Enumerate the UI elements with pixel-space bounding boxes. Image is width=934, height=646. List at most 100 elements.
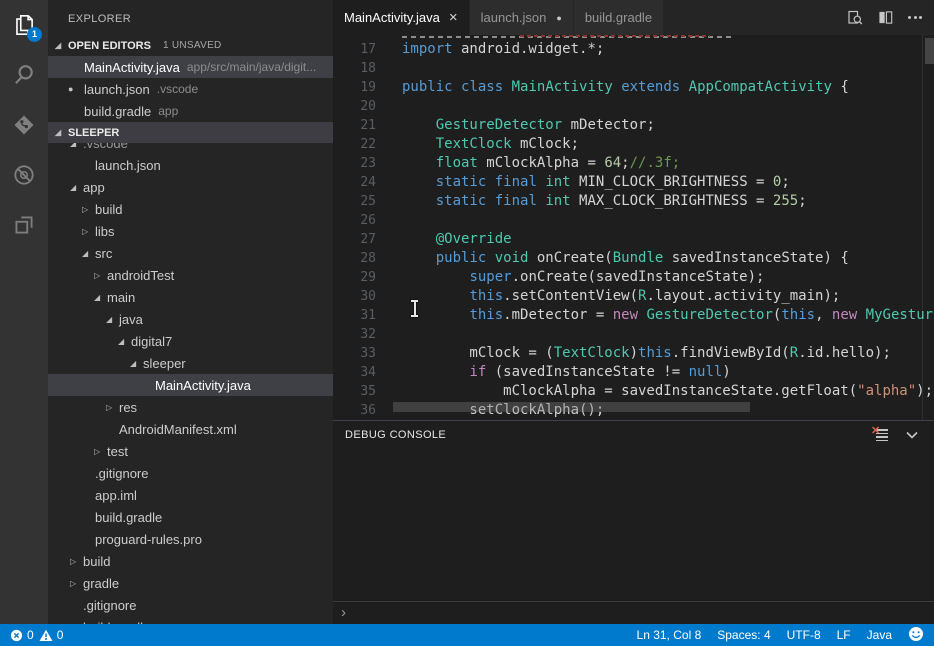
code-line[interactable]: 26 [333, 211, 934, 230]
code-line[interactable]: 25 static final int MAX_CLOCK_BRIGHTNESS… [333, 192, 934, 211]
clear-console-icon: ✕ [871, 424, 881, 437]
more-actions-button[interactable] [908, 16, 922, 19]
tree-item-androidmanifest-xml[interactable]: AndroidManifest.xml [48, 418, 333, 440]
file-description: app/src/main/java/digit... [187, 60, 316, 74]
clear-console-button[interactable]: ✕ [874, 429, 888, 441]
tree-item-build[interactable]: ▷build [48, 198, 333, 220]
close-icon[interactable]: × [449, 12, 458, 24]
line-number: 26 [333, 211, 376, 230]
code-line[interactable]: 27 @Override [333, 230, 934, 249]
file-description: app [158, 104, 178, 118]
code-line[interactable]: 31 this.mDetector = new GestureDetector(… [333, 306, 934, 325]
code-text: TextClock mClock; [402, 135, 579, 154]
tree-item-src[interactable]: ◢src [48, 242, 333, 264]
tab-build-gradle[interactable]: build.gradle [574, 0, 664, 35]
tree-item-label: test [107, 444, 128, 459]
vertical-scrollbar[interactable] [925, 38, 934, 64]
tree-item-main[interactable]: ◢main [48, 286, 333, 308]
horizontal-scrollbar[interactable] [393, 402, 750, 412]
open-editors-header[interactable]: ◢ OPEN EDITORS 1 UNSAVED [48, 35, 333, 56]
chevron-expanded-icon: ◢ [106, 315, 119, 324]
chevron-collapsed-icon: ▷ [70, 557, 83, 566]
warning-count[interactable]: 0 [39, 628, 64, 642]
code-line[interactable]: 30 this.setContentView(R.layout.activity… [333, 287, 934, 306]
code-line[interactable]: 22 TextClock mClock; [333, 135, 934, 154]
code-line[interactable]: 32 [333, 325, 934, 344]
tree-item-mainactivity-java[interactable]: MainActivity.java [48, 374, 333, 396]
feedback-smiley-button[interactable] [908, 626, 924, 645]
tree-item-java[interactable]: ◢java [48, 308, 333, 330]
split-editor-button[interactable] [878, 10, 893, 25]
tree-item-label: app [83, 180, 105, 195]
tab-debug-console[interactable]: DEBUG CONSOLE [345, 429, 446, 441]
tree-item-gitignore[interactable]: .gitignore [48, 594, 333, 616]
open-editor-item-launch-json[interactable]: ●launch.json.vscode [48, 78, 333, 100]
activity-debug-button[interactable] [0, 150, 48, 200]
code-line[interactable]: 33 mClock = (TextClock)this.findViewById… [333, 344, 934, 363]
line-number: 24 [333, 173, 376, 192]
activity-extensions-button[interactable] [0, 200, 48, 250]
status-spaces-4[interactable]: Spaces: 4 [717, 628, 770, 642]
code-line[interactable]: 18 [333, 59, 934, 78]
code-line[interactable]: 20 [333, 97, 934, 116]
file-label: MainActivity.java [84, 60, 180, 75]
code-editor[interactable]: 17import android.widget.*;1819public cla… [333, 35, 934, 420]
tree-item-build-gradle[interactable]: build.gradle [48, 616, 333, 624]
tree-item-app[interactable]: ◢app [48, 176, 333, 198]
status-lf[interactable]: LF [837, 628, 851, 642]
activity-source-control-button[interactable] [0, 100, 48, 150]
unsaved-dot-icon: ● [556, 13, 561, 23]
tab-mainactivity-java[interactable]: MainActivity.java × [333, 0, 470, 35]
tree-item-digital7[interactable]: ◢digital7 [48, 330, 333, 352]
status-bar-right: Ln 31, Col 8 Spaces: 4 UTF-8 LF Java [637, 626, 934, 645]
code-line[interactable]: 29 super.onCreate(savedInstanceState); [333, 268, 934, 287]
line-number: 35 [333, 382, 376, 401]
chevron-collapsed-icon: ▷ [82, 205, 95, 214]
code-line[interactable]: 21 GestureDetector mDetector; [333, 116, 934, 135]
code-line[interactable]: 19public class MainActivity extends AppC… [333, 78, 934, 97]
tree-item-libs[interactable]: ▷libs [48, 220, 333, 242]
folder-section-header[interactable]: ◢ SLEEPER [48, 122, 333, 143]
tree-item-app-iml[interactable]: app.iml [48, 484, 333, 506]
tree-item-test[interactable]: ▷test [48, 440, 333, 462]
code-line[interactable]: 35 mClockAlpha = savedInstanceState.getF… [333, 382, 934, 401]
tree-item-launch-json[interactable]: launch.json [48, 154, 333, 176]
code-line[interactable]: 28 public void onCreate(Bundle savedInst… [333, 249, 934, 268]
chevron-down-icon[interactable] [904, 427, 920, 443]
tree-item-build[interactable]: ▷build [48, 550, 333, 572]
tab-launch-json[interactable]: launch.json ● [470, 0, 574, 35]
code-line[interactable]: 23 float mClockAlpha = 64;//.3f; [333, 154, 934, 173]
code-line[interactable]: 17import android.widget.*; [333, 40, 934, 59]
open-editor-item-mainactivity-java[interactable]: MainActivity.java app/src/main/java/digit… [48, 56, 333, 78]
open-editor-item-build-gradle[interactable]: build.gradleapp [48, 100, 333, 122]
tab-label: launch.json [481, 10, 547, 25]
tree-item-androidtest[interactable]: ▷androidTest [48, 264, 333, 286]
sidebar-title: EXPLORER [48, 0, 333, 35]
code-line[interactable]: 34 if (savedInstanceState != null) [333, 363, 934, 382]
tree-item-gradle[interactable]: ▷gradle [48, 572, 333, 594]
activity-explorer-button[interactable]: 1 [0, 0, 48, 50]
overview-ruler-border [922, 35, 923, 420]
tab-label: MainActivity.java [344, 10, 440, 25]
tree-item-gitignore[interactable]: .gitignore [48, 462, 333, 484]
debug-console-output[interactable] [333, 449, 934, 597]
status-ln-31-col-8[interactable]: Ln 31, Col 8 [637, 628, 702, 642]
source-control-icon [11, 112, 37, 138]
status-java[interactable]: Java [867, 628, 892, 642]
tree-item-label: MainActivity.java [155, 378, 251, 393]
tree-item-sleeper[interactable]: ◢sleeper [48, 352, 333, 374]
chevron-collapsed-icon: ▷ [82, 227, 95, 236]
error-count[interactable]: 0 [10, 628, 34, 642]
problems-status[interactable]: 0 0 [0, 628, 63, 642]
tree-item-res[interactable]: ▷res [48, 396, 333, 418]
code-text: static final int MIN_CLOCK_BRIGHTNESS = … [402, 173, 790, 192]
status-utf-8[interactable]: UTF-8 [787, 628, 821, 642]
line-number: 28 [333, 249, 376, 268]
code-line[interactable]: 24 static final int MIN_CLOCK_BRIGHTNESS… [333, 173, 934, 192]
search-icon [11, 62, 37, 88]
activity-search-button[interactable] [0, 50, 48, 100]
open-preview-button[interactable] [847, 10, 863, 26]
debug-console-input[interactable]: › [333, 601, 934, 622]
tree-item-build-gradle[interactable]: build.gradle [48, 506, 333, 528]
tree-item-proguard-rules-pro[interactable]: proguard-rules.pro [48, 528, 333, 550]
